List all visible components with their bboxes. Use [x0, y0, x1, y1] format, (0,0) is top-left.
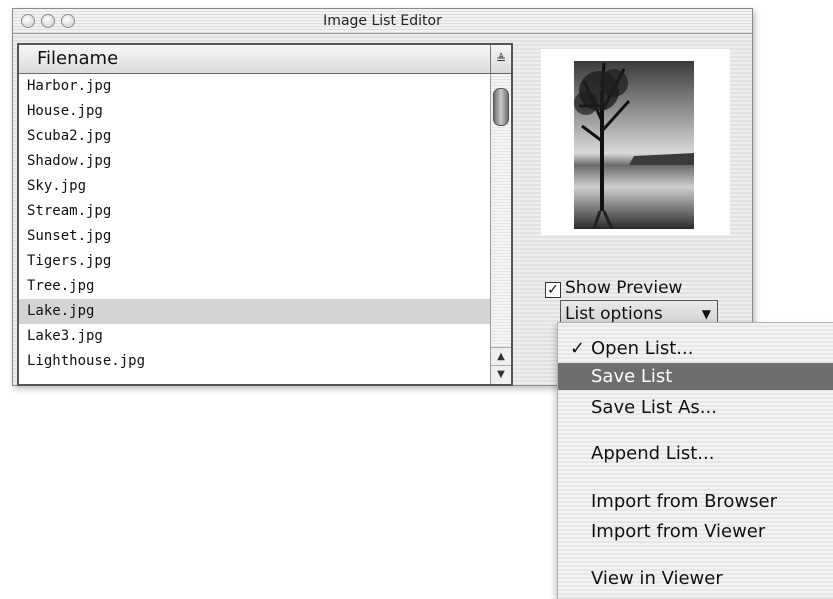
sort-order-icon[interactable]: ≜: [490, 45, 511, 74]
image-preview-panel: [541, 49, 730, 235]
list-item[interactable]: Lighthouse.jpg: [19, 349, 491, 374]
menu-item-label: Import from Browser: [591, 491, 778, 512]
filename-header-label: Filename: [37, 48, 119, 69]
list-options-label: List options: [565, 304, 663, 324]
file-rows: Harbor.jpg House.jpg Scuba2.jpg Shadow.j…: [19, 74, 491, 374]
scrollbar-thumb[interactable]: [493, 88, 509, 126]
list-item[interactable]: Stream.jpg: [19, 199, 491, 224]
checkmark-icon: ✓: [570, 338, 586, 359]
menu-item-label: Append List...: [591, 443, 715, 464]
menu-item-save-list-as[interactable]: Save List As...: [558, 394, 833, 421]
menu-item-append-list[interactable]: Append List...: [558, 440, 833, 467]
list-item[interactable]: Scuba2.jpg: [19, 124, 491, 149]
show-preview-checkbox[interactable]: ✓ Show Preview: [545, 278, 682, 298]
list-item[interactable]: House.jpg: [19, 99, 491, 124]
menu-item-label: Open List...: [591, 338, 694, 359]
list-item[interactable]: Sunset.jpg: [19, 224, 491, 249]
menu-item-label: Save List: [591, 366, 673, 387]
menu-item-view-in-viewer[interactable]: View in Viewer: [558, 565, 833, 592]
list-options-menu: ✓ Open List... Save List Save List As... …: [557, 322, 833, 599]
file-list[interactable]: Filename ≜ Harbor.jpg House.jpg Scuba2.j…: [17, 43, 513, 386]
scroll-down-arrow-icon[interactable]: ▼: [491, 365, 511, 383]
menu-item-open-list[interactable]: ✓ Open List...: [558, 335, 833, 362]
menu-item-save-list[interactable]: Save List: [558, 363, 833, 390]
list-item[interactable]: Lake3.jpg: [19, 324, 491, 349]
title-bar[interactable]: Image List Editor: [13, 9, 752, 34]
list-item[interactable]: Tigers.jpg: [19, 249, 491, 274]
show-preview-label: Show Preview: [565, 278, 683, 298]
checkmark-icon[interactable]: ✓: [545, 282, 561, 298]
menu-item-label: Import from Viewer: [591, 521, 766, 542]
preview-image: [574, 61, 694, 229]
tree-lake-photo: [574, 61, 694, 229]
menu-item-import-from-viewer[interactable]: Import from Viewer: [558, 518, 833, 545]
menu-item-label: View in Viewer: [591, 568, 723, 589]
list-item[interactable]: Harbor.jpg: [19, 74, 491, 99]
filename-column-header[interactable]: Filename: [19, 45, 491, 74]
menu-item-label: Save List As...: [591, 397, 717, 418]
menu-item-import-from-browser[interactable]: Import from Browser: [558, 488, 833, 515]
window-title: Image List Editor: [323, 13, 442, 29]
list-item[interactable]: Tree.jpg: [19, 274, 491, 299]
list-item-selected[interactable]: Lake.jpg: [19, 299, 491, 324]
vertical-scrollbar[interactable]: ▲ ▼: [490, 74, 511, 384]
list-item[interactable]: Shadow.jpg: [19, 149, 491, 174]
list-item[interactable]: Sky.jpg: [19, 174, 491, 199]
scroll-up-arrow-icon[interactable]: ▲: [491, 347, 511, 365]
